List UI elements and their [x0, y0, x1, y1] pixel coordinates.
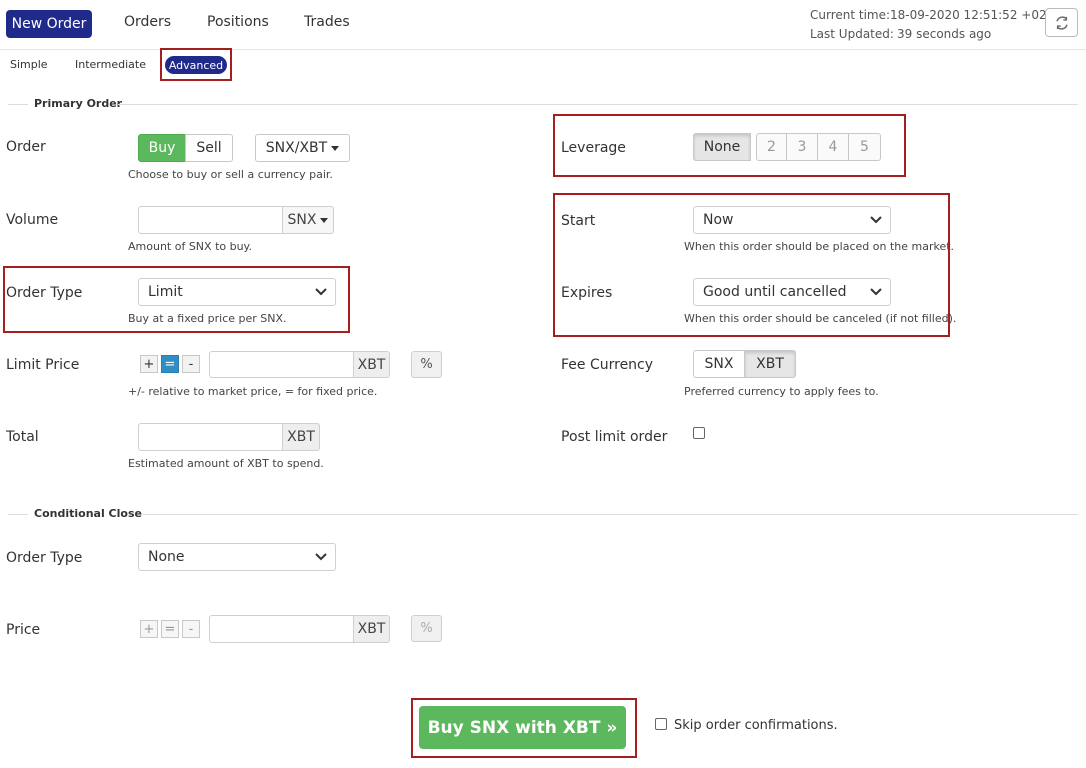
highlight-submit [411, 698, 637, 758]
chevron-down-icon [315, 553, 327, 561]
skip-confirmations-label: Skip order confirmations. [674, 718, 838, 733]
volume-currency: SNX [287, 212, 317, 228]
conditional-order-type-value: None [148, 549, 185, 565]
skip-confirmations-checkbox[interactable] [655, 718, 667, 730]
fee-snx-button[interactable]: SNX [693, 350, 745, 378]
fee-currency-help: Preferred currency to apply fees to. [684, 385, 879, 398]
mode-simple[interactable]: Simple [10, 58, 48, 71]
caret-down-icon [331, 145, 340, 151]
tab-new-order[interactable]: New Order [6, 10, 92, 38]
limit-price-input[interactable] [209, 351, 354, 378]
mode-intermediate[interactable]: Intermediate [75, 58, 146, 71]
conditional-order-type-label: Order Type [6, 550, 83, 566]
conditional-percent-button[interactable]: % [411, 615, 442, 642]
highlight-advanced [160, 48, 232, 81]
volume-currency-dropdown[interactable]: SNX [283, 206, 334, 234]
buy-button[interactable]: Buy [138, 134, 186, 162]
limit-price-minus-button[interactable]: - [182, 355, 200, 373]
pair-value: SNX/XBT [265, 140, 328, 156]
volume-input[interactable] [138, 206, 283, 234]
post-limit-label: Post limit order [561, 429, 668, 445]
order-label: Order [6, 139, 46, 155]
fee-xbt-button[interactable]: XBT [744, 350, 796, 378]
limit-price-label: Limit Price [6, 357, 80, 373]
volume-label: Volume [6, 212, 59, 228]
tab-orders[interactable]: Orders [124, 14, 171, 30]
current-time-label: Current time: [810, 8, 891, 22]
total-label: Total [6, 429, 39, 445]
limit-price-equals-button[interactable]: = [161, 355, 179, 373]
current-time-value: 18-09-2020 12:51:52 +02:00 [890, 8, 1066, 22]
last-updated-label: Last Updated: [810, 27, 894, 41]
highlight-leverage [553, 114, 906, 177]
tab-positions[interactable]: Positions [207, 14, 269, 30]
last-updated-value: 39 seconds ago [897, 27, 992, 41]
post-limit-checkbox[interactable] [693, 427, 705, 439]
fee-currency-label: Fee Currency [561, 357, 654, 373]
total-help: Estimated amount of XBT to spend. [128, 457, 324, 470]
conditional-close-title: Conditional Close [34, 507, 142, 520]
tab-trades[interactable]: Trades [304, 14, 350, 30]
conditional-order-type-select[interactable]: None [138, 543, 336, 571]
highlight-start-expires [553, 193, 950, 337]
refresh-icon [1055, 15, 1068, 30]
conditional-price-input[interactable] [209, 615, 354, 643]
primary-order-title: Primary Order [34, 97, 123, 110]
conditional-rule-left [8, 514, 28, 515]
total-input[interactable] [138, 423, 283, 451]
conditional-price-currency: XBT [354, 615, 390, 643]
pair-dropdown[interactable]: SNX/XBT [255, 134, 350, 162]
total-currency: XBT [283, 423, 320, 451]
conditional-minus-button[interactable]: - [182, 620, 200, 638]
limit-price-percent-button[interactable]: % [411, 351, 442, 378]
limit-price-help: +/- relative to market price, = for fixe… [128, 385, 378, 398]
volume-help: Amount of SNX to buy. [128, 240, 252, 253]
refresh-button[interactable] [1045, 8, 1078, 37]
primary-rule-right [118, 104, 1078, 105]
sell-button[interactable]: Sell [185, 134, 233, 162]
conditional-rule-right [141, 514, 1078, 515]
caret-down-icon [320, 217, 329, 223]
highlight-order-type [3, 266, 350, 333]
limit-price-currency: XBT [354, 351, 390, 378]
conditional-equals-button[interactable]: = [161, 620, 179, 638]
primary-rule-left [8, 104, 28, 105]
conditional-price-label: Price [6, 622, 41, 638]
limit-price-plus-button[interactable]: + [140, 355, 158, 373]
conditional-plus-button[interactable]: + [140, 620, 158, 638]
order-help: Choose to buy or sell a currency pair. [128, 168, 333, 181]
